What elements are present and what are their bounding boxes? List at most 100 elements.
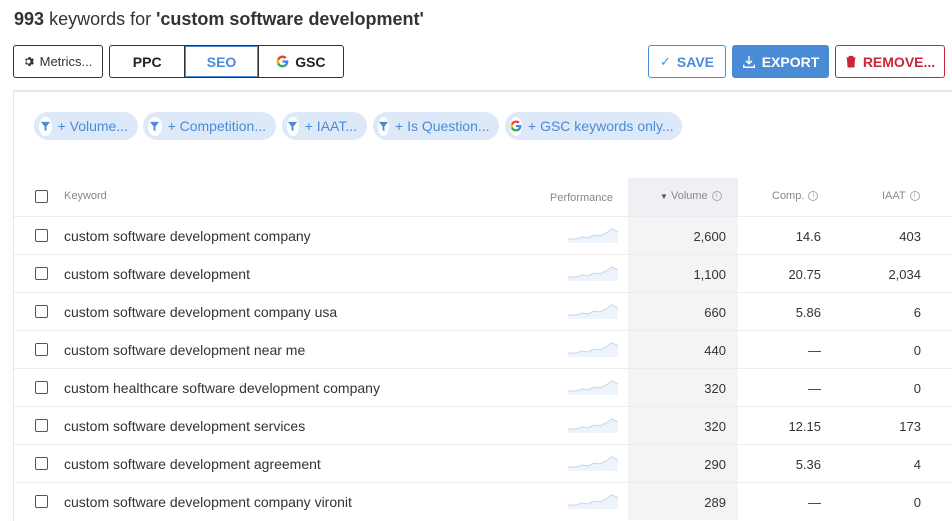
- sort-desc-icon: ▼: [660, 192, 668, 201]
- export-label: EXPORT: [761, 53, 820, 70]
- table-row[interactable]: custom software development company viro…: [14, 482, 952, 520]
- keyword-cell[interactable]: custom healthcare software development c…: [64, 380, 380, 396]
- filter-chip-iaat[interactable]: + IAAT...: [282, 112, 367, 140]
- competition-cell: 12.15: [788, 419, 821, 434]
- performance-sparkline: [568, 342, 619, 357]
- competition-cell: 5.86: [795, 305, 821, 320]
- tab-ppc-label: PPC: [132, 53, 162, 70]
- search-query: 'custom software development': [156, 9, 424, 29]
- iaat-cell: 0: [913, 495, 921, 510]
- metrics-button[interactable]: Metrics...: [13, 45, 103, 78]
- tab-seo-label: SEO: [206, 53, 237, 70]
- iaat-cell: 0: [913, 381, 921, 396]
- filter-chip-label: + Volume...: [57, 118, 128, 134]
- download-icon: [742, 55, 755, 68]
- remove-button[interactable]: REMOVE...: [835, 45, 945, 78]
- col-header-volume[interactable]: ▼ Volume i: [660, 190, 722, 202]
- tab-gsc[interactable]: GSC: [259, 46, 343, 77]
- export-button[interactable]: EXPORT: [732, 45, 829, 78]
- filter-chip-label: + GSC keywords only...: [528, 118, 674, 134]
- col-header-iaat[interactable]: IAAT i: [882, 190, 920, 202]
- keyword-cell[interactable]: custom software development near me: [64, 342, 305, 358]
- filter-chip-gsc-only[interactable]: + GSC keywords only...: [505, 112, 682, 140]
- competition-cell: 14.6: [795, 229, 821, 244]
- table-row[interactable]: custom software development company 2,600…: [14, 216, 952, 254]
- row-checkbox[interactable]: [35, 305, 48, 318]
- row-checkbox[interactable]: [35, 381, 48, 394]
- info-icon: i: [808, 191, 819, 202]
- table-row[interactable]: custom software development 1,100 20.75 2,0…: [14, 254, 952, 292]
- competition-cell: —: [808, 381, 821, 396]
- volume-cell: 1,100: [693, 267, 726, 282]
- col-header-volume-label: Volume: [670, 190, 708, 202]
- filter-chip-is-question[interactable]: + Is Question...: [373, 112, 499, 140]
- competition-cell: 5.36: [795, 457, 821, 472]
- row-checkbox[interactable]: [35, 229, 48, 242]
- google-icon: [276, 55, 289, 68]
- performance-sparkline: [568, 418, 619, 433]
- col-header-comp-label: Comp.: [772, 190, 805, 202]
- performance-sparkline: [568, 494, 619, 509]
- iaat-cell: 4: [913, 457, 921, 472]
- keyword-cell[interactable]: custom software development company usa: [64, 304, 337, 320]
- save-button[interactable]: ✓ SAVE: [648, 45, 726, 78]
- keyword-cell[interactable]: custom software development company: [64, 228, 311, 244]
- volume-cell: 289: [704, 495, 726, 510]
- iaat-cell: 0: [913, 343, 921, 358]
- competition-cell: 20.75: [788, 267, 821, 282]
- table-row[interactable]: custom software development company usa 6…: [14, 292, 952, 330]
- volume-cell: 2,600: [693, 229, 726, 244]
- performance-sparkline: [568, 456, 619, 471]
- performance-sparkline: [568, 304, 619, 319]
- tab-seo[interactable]: SEO: [185, 46, 259, 77]
- iaat-cell: 6: [913, 305, 921, 320]
- row-checkbox[interactable]: [35, 457, 48, 470]
- filter-icon: [148, 116, 162, 136]
- performance-sparkline: [568, 228, 619, 243]
- keyword-cell[interactable]: custom software development agreement: [64, 456, 321, 472]
- filter-chip-volume[interactable]: + Volume...: [34, 112, 138, 140]
- info-icon: i: [909, 191, 920, 202]
- filter-icon: [287, 116, 299, 136]
- row-checkbox[interactable]: [35, 343, 48, 356]
- filter-chip-label: + Competition...: [167, 118, 266, 134]
- gear-icon: [24, 56, 34, 67]
- keyword-cell[interactable]: custom software development company viro…: [64, 494, 352, 510]
- col-header-keyword[interactable]: Keyword: [64, 190, 107, 202]
- mode-tabs: PPC SEO GSC: [109, 45, 344, 78]
- row-checkbox[interactable]: [35, 495, 48, 508]
- table-row[interactable]: custom software development agreement 290…: [14, 444, 952, 482]
- page-title: 993 keywords for 'custom software develo…: [14, 9, 424, 30]
- remove-label: REMOVE...: [862, 53, 936, 70]
- keyword-cell[interactable]: custom software development: [64, 266, 250, 282]
- table-row[interactable]: custom healthcare software development c…: [14, 368, 952, 406]
- performance-sparkline: [568, 380, 619, 395]
- volume-cell: 290: [704, 457, 726, 472]
- filter-chip-label: + Is Question...: [395, 118, 490, 134]
- keyword-count: 993: [14, 9, 45, 29]
- filter-icon: [39, 116, 52, 136]
- trash-icon: [846, 55, 856, 68]
- info-icon: i: [711, 191, 722, 202]
- title-text: keywords for: [49, 9, 152, 29]
- tab-ppc[interactable]: PPC: [110, 46, 186, 77]
- google-icon: [510, 116, 522, 136]
- select-all-checkbox[interactable]: [35, 190, 48, 203]
- table-row[interactable]: custom software development services 320 1…: [14, 406, 952, 444]
- row-checkbox[interactable]: [35, 267, 48, 280]
- metrics-label: Metrics...: [39, 54, 93, 69]
- save-label: SAVE: [676, 53, 714, 70]
- iaat-cell: 173: [899, 419, 921, 434]
- filter-icon: [378, 116, 389, 136]
- keyword-cell[interactable]: custom software development services: [64, 418, 305, 434]
- iaat-cell: 2,034: [888, 267, 921, 282]
- col-header-performance: Performance: [550, 192, 613, 204]
- volume-cell: 660: [704, 305, 726, 320]
- row-checkbox[interactable]: [35, 419, 48, 432]
- volume-cell: 320: [704, 381, 726, 396]
- filter-chip-competition[interactable]: + Competition...: [143, 112, 276, 140]
- competition-cell: —: [808, 343, 821, 358]
- col-header-comp[interactable]: Comp. i: [772, 190, 819, 202]
- check-icon: ✓: [660, 53, 671, 69]
- table-row[interactable]: custom software development near me 440 — 0: [14, 330, 952, 368]
